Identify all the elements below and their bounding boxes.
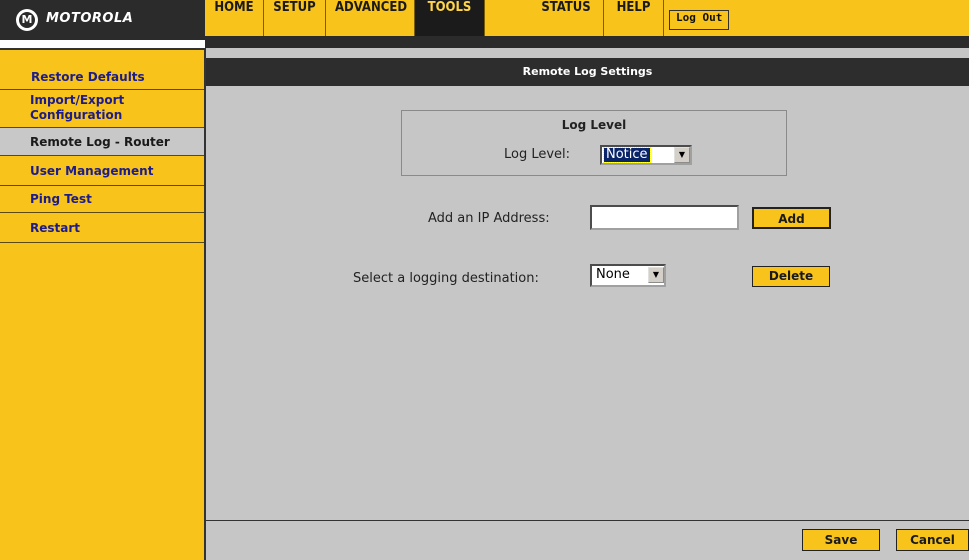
sidebar-item-restart[interactable]: Restart [0,213,205,243]
logout-button[interactable]: Log Out [669,10,730,30]
logging-destination-label: Select a logging destination: [353,271,539,286]
nav-home[interactable]: HOME [205,0,264,36]
logging-destination-select[interactable]: None ▼ [590,264,666,287]
nav-tools[interactable]: TOOLS [415,0,485,36]
footer-divider [206,520,969,521]
add-button[interactable]: Add [752,207,831,229]
ip-address-input[interactable] [590,205,739,230]
logging-destination-selected-value: None [596,267,630,282]
section-title: Remote Log Settings [206,58,969,86]
sidebar: Restore Defaults Import/Export Configura… [0,48,205,560]
delete-button[interactable]: Delete [752,266,830,287]
nav-help[interactable]: HELP [604,0,664,36]
sidebar-item-ping-test[interactable]: Ping Test [0,186,205,213]
sidebar-item-import-export[interactable]: Import/Export Configuration [0,90,205,128]
log-level-select[interactable]: Notice ▼ [600,145,692,165]
nav-advanced[interactable]: ADVANCED [326,0,415,36]
motorola-batwing-icon: M [16,9,38,31]
log-level-group: Log Level Log Level: Notice ▼ [401,110,787,176]
log-level-heading: Log Level [561,118,627,132]
top-navigation: HOME SETUP ADVANCED TOOLS STATUS HELP Lo… [205,0,969,36]
sidebar-item-user-management[interactable]: User Management [0,156,205,186]
brand-name: MOTOROLA [46,11,134,26]
save-button[interactable]: Save [802,529,880,551]
add-ip-label: Add an IP Address: [428,211,550,226]
main-content: Remote Log Settings Log Level Log Level:… [206,48,969,560]
log-level-label: Log Level: [504,147,571,162]
brand-logo-area: M MOTOROLA [0,0,205,40]
chevron-down-icon[interactable]: ▼ [648,267,664,283]
cancel-button[interactable]: Cancel [896,529,969,551]
sidebar-item-remote-log-router[interactable]: Remote Log - Router [0,128,205,156]
log-level-selected-value: Notice [603,147,651,163]
nav-setup[interactable]: SETUP [264,0,326,36]
sidebar-item-restore-defaults[interactable]: Restore Defaults [0,64,205,90]
chevron-down-icon[interactable]: ▼ [674,147,690,163]
nav-status[interactable]: STATUS [529,0,604,36]
